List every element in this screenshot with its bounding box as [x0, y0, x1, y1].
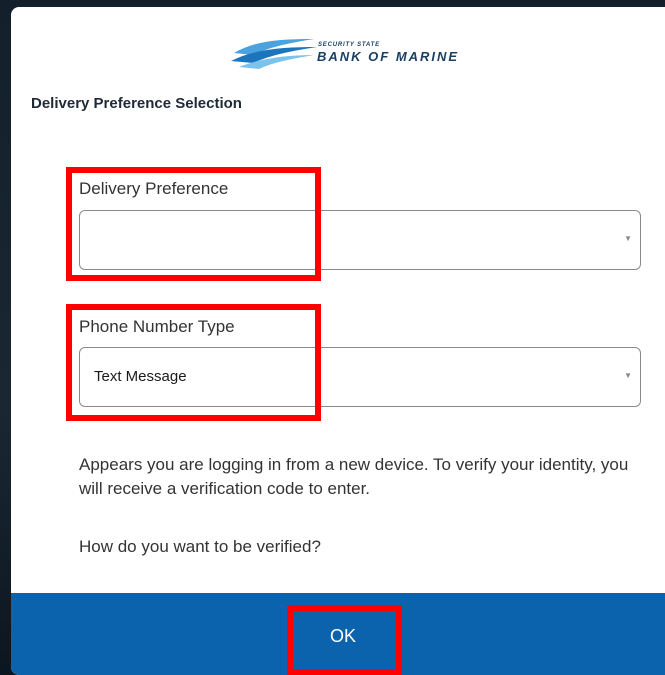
- phone-number-type-value: Text Message: [94, 368, 187, 385]
- wave-logo-icon: [231, 39, 317, 69]
- logo-tagline: SECURITY STATE: [318, 42, 380, 48]
- dialog-title: Delivery Preference Selection: [31, 95, 242, 112]
- delivery-preference-dialog: SECURITY STATE BANK OF MARINE Delivery P…: [11, 7, 665, 675]
- chevron-down-icon: ▼: [624, 371, 632, 380]
- delivery-preference-label: Delivery Preference: [79, 179, 229, 198]
- phone-number-type-select[interactable]: Text Message ▼: [79, 347, 641, 407]
- logo-bank-name: BANK OF MARINE: [317, 49, 460, 64]
- bank-logo: SECURITY STATE BANK OF MARINE: [229, 31, 469, 71]
- verification-question: How do you want to be verified?: [79, 537, 321, 556]
- new-device-message: Appears you are logging in from a new de…: [79, 455, 629, 498]
- dialog-footer: OK: [11, 593, 665, 675]
- phone-number-type-label: Phone Number Type: [79, 317, 235, 336]
- ok-button[interactable]: OK: [283, 612, 403, 660]
- chevron-down-icon: ▼: [624, 234, 632, 243]
- delivery-preference-select[interactable]: ▼: [79, 210, 641, 270]
